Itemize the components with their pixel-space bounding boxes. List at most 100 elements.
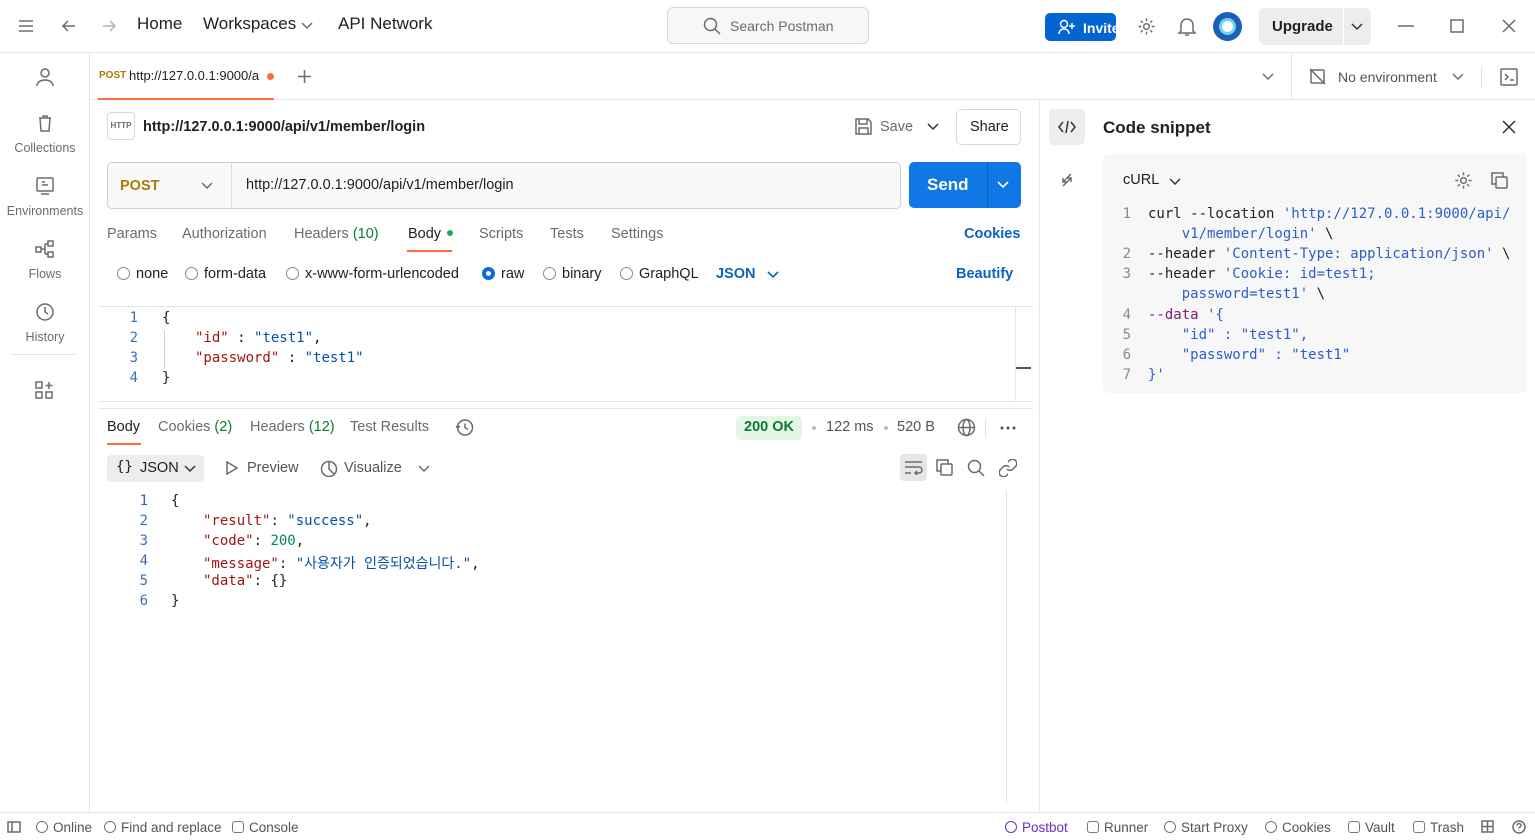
- response-tab-cookies[interactable]: Cookies (2): [158, 419, 232, 435]
- code-line: }': [1148, 367, 1165, 383]
- chevron-down-icon[interactable]: [997, 181, 1009, 189]
- tab-body[interactable]: Body: [408, 226, 454, 242]
- radio-none[interactable]: none: [117, 266, 168, 282]
- status-label: Start Proxy: [1181, 820, 1248, 835]
- line-number: 3: [129, 350, 138, 366]
- save-options-button[interactable]: [920, 109, 944, 145]
- request-body-editor[interactable]: 1 2 3 4 { "id" : "test1", "password" : "…: [98, 306, 1033, 402]
- wrap-lines-button[interactable]: [900, 454, 927, 481]
- beautify-button[interactable]: Beautify: [956, 266, 1013, 282]
- json-key: "id": [195, 330, 229, 346]
- trash-button[interactable]: Trash: [1413, 820, 1464, 835]
- response-format-selector[interactable]: {} JSON: [107, 455, 204, 482]
- code-toggle-button[interactable]: [1049, 109, 1085, 145]
- globe-icon[interactable]: [957, 418, 976, 437]
- collapse-arrows-icon[interactable]: [1060, 172, 1074, 188]
- find-replace-button[interactable]: Find and replace: [104, 820, 222, 835]
- back-arrow-icon[interactable]: [61, 18, 77, 34]
- response-body-viewer[interactable]: 1 2 3 4 5 6 { "result": "success", "code…: [98, 490, 1033, 810]
- vault-button[interactable]: Vault: [1348, 820, 1395, 835]
- forward-arrow-icon[interactable]: [101, 18, 117, 34]
- json-value: {}: [270, 573, 288, 589]
- history-icon[interactable]: [455, 418, 474, 437]
- tab-tests[interactable]: Tests: [550, 226, 584, 242]
- tab-request[interactable]: POST http://127.0.0.1:9000/api/v1/member…: [98, 54, 274, 100]
- tab-params[interactable]: Params: [107, 226, 157, 242]
- gear-icon[interactable]: [1137, 17, 1156, 36]
- user-icon[interactable]: [35, 67, 55, 87]
- radio-binary[interactable]: binary: [543, 266, 602, 282]
- runner-button[interactable]: Runner: [1087, 820, 1148, 835]
- radio-urlencoded[interactable]: x-www-form-urlencoded: [286, 266, 459, 282]
- start-proxy-button[interactable]: Start Proxy: [1164, 820, 1248, 835]
- maximize-icon[interactable]: [1450, 19, 1464, 33]
- environment-icon: [35, 176, 55, 196]
- response-size[interactable]: 520 B: [897, 419, 935, 435]
- invite-button[interactable]: Invite: [1045, 13, 1120, 41]
- nav-home[interactable]: Home: [137, 14, 182, 34]
- format-label: JSON: [140, 460, 179, 476]
- environment-selector[interactable]: No environment: [1291, 54, 1535, 100]
- request-name[interactable]: http://127.0.0.1:9000/api/v1/member/logi…: [143, 119, 425, 135]
- response-tab-body[interactable]: Body: [107, 419, 140, 435]
- body-language-selector[interactable]: JSON: [716, 266, 756, 282]
- radio-form-data[interactable]: form-data: [185, 266, 266, 282]
- share-button[interactable]: Share: [956, 109, 1021, 145]
- code-token: --header: [1148, 266, 1224, 282]
- console-button[interactable]: Console: [232, 820, 299, 835]
- tabs-dropdown-icon[interactable]: [1262, 73, 1274, 81]
- minimize-icon[interactable]: [1398, 25, 1414, 27]
- hamburger-menu-icon[interactable]: [18, 19, 34, 33]
- copy-icon[interactable]: [936, 459, 953, 476]
- method-selector[interactable]: POST: [108, 163, 231, 208]
- line-number: 2: [129, 330, 138, 346]
- online-status[interactable]: Online: [36, 820, 92, 835]
- url-input[interactable]: http://127.0.0.1:9000/api/v1/member/logi…: [246, 177, 514, 193]
- nav-workspaces[interactable]: Workspaces: [203, 14, 296, 34]
- new-tab-icon[interactable]: [297, 69, 312, 84]
- layout-icon[interactable]: [1481, 820, 1494, 833]
- search-input[interactable]: Search Postman: [667, 7, 869, 44]
- sidebar-item-flows[interactable]: Flows: [0, 239, 90, 281]
- resize-handle[interactable]: [1016, 367, 1031, 369]
- code-token: \: [1308, 286, 1326, 302]
- visualize-button[interactable]: Visualize: [320, 459, 410, 479]
- chevron-down-icon[interactable]: [418, 465, 430, 473]
- configure-sidebar-icon[interactable]: [35, 381, 54, 400]
- toggle-sidebar-icon[interactable]: [7, 821, 21, 833]
- sidebar-item-collections[interactable]: Collections: [0, 113, 90, 155]
- sidebar-item-environments[interactable]: Environments: [0, 176, 90, 218]
- language-selector[interactable]: cURL: [1123, 170, 1188, 192]
- search-icon[interactable]: [967, 459, 985, 477]
- avatar[interactable]: [1213, 12, 1242, 41]
- cookies-button[interactable]: Cookies: [1265, 820, 1331, 835]
- response-time[interactable]: 122 ms: [826, 419, 874, 435]
- preview-button[interactable]: Preview: [224, 459, 304, 479]
- response-tab-test-results[interactable]: Test Results: [350, 419, 429, 435]
- cookies-link[interactable]: Cookies: [964, 226, 1020, 242]
- postbot-button[interactable]: Postbot: [1005, 820, 1068, 835]
- radio-raw[interactable]: raw: [482, 266, 524, 282]
- code-snippet-panel: Code snippet cURL 1 2 3 4 5 6 7 curl --l…: [1039, 101, 1535, 812]
- upgrade-button[interactable]: Upgrade: [1259, 8, 1371, 45]
- bell-icon[interactable]: [1178, 17, 1196, 37]
- link-icon[interactable]: [999, 459, 1017, 477]
- chevron-down-icon[interactable]: [1351, 23, 1363, 31]
- environment-quick-look-icon[interactable]: [1500, 68, 1518, 86]
- copy-icon[interactable]: [1491, 172, 1508, 189]
- more-options-icon[interactable]: [1000, 426, 1016, 430]
- send-button[interactable]: Send: [909, 162, 1021, 208]
- nav-api-network[interactable]: API Network: [338, 14, 432, 34]
- sidebar-item-history[interactable]: History: [0, 302, 90, 344]
- radio-graphql[interactable]: GraphQL: [620, 266, 699, 282]
- help-icon[interactable]: [1512, 820, 1526, 834]
- close-window-icon[interactable]: [1502, 19, 1516, 33]
- tab-headers[interactable]: Headers (10): [294, 226, 379, 242]
- tab-settings[interactable]: Settings: [611, 226, 663, 242]
- gear-icon[interactable]: [1454, 171, 1473, 190]
- close-icon[interactable]: [1502, 120, 1516, 134]
- response-tab-headers[interactable]: Headers (12): [250, 419, 335, 435]
- status-badge[interactable]: 200 OK: [736, 416, 802, 440]
- tab-scripts[interactable]: Scripts: [479, 226, 523, 242]
- tab-authorization[interactable]: Authorization: [182, 226, 267, 242]
